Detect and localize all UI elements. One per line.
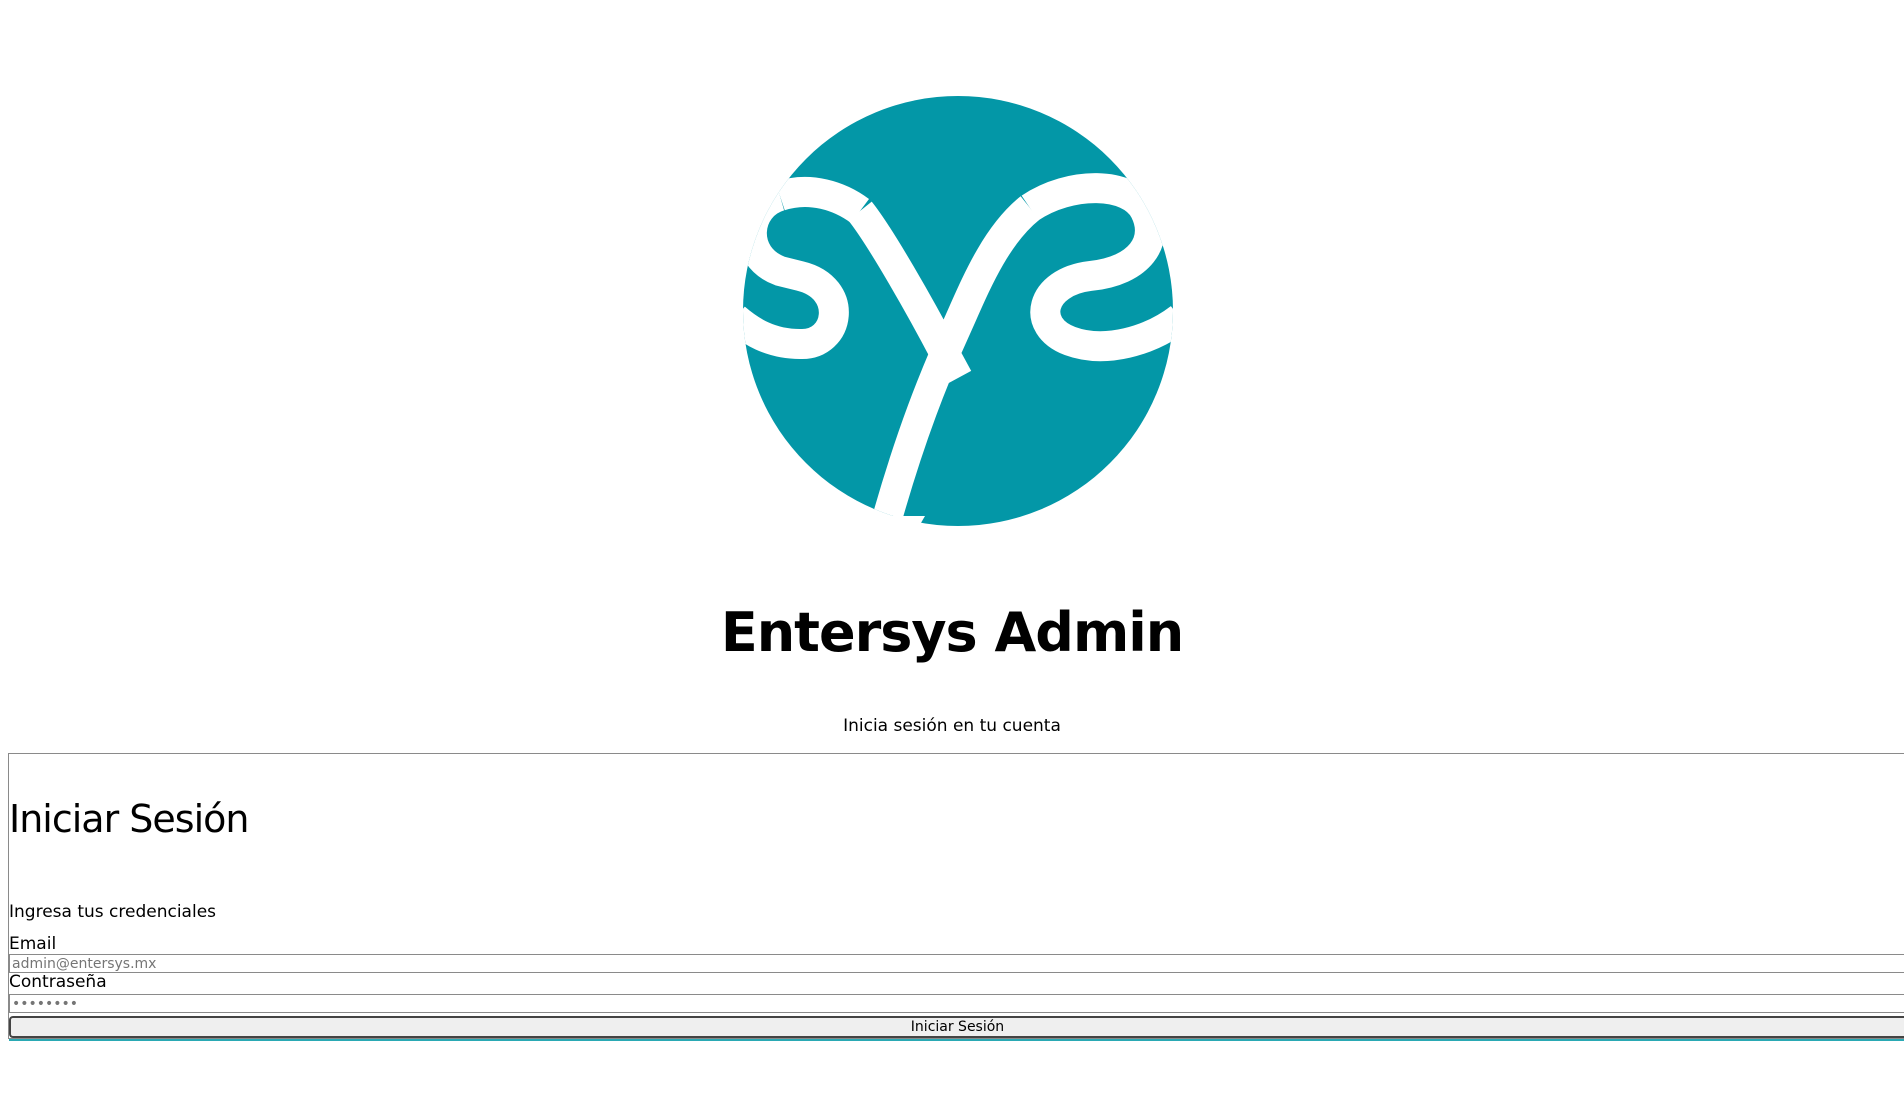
entersys-logo-icon (743, 96, 1173, 526)
app-title: Entersys Admin (720, 601, 1184, 664)
login-submit-button[interactable]: Iniciar Sesión (9, 1016, 1904, 1038)
app-subtitle: Inicia sesión en tu cuenta (843, 716, 1061, 736)
password-field[interactable] (9, 994, 1904, 1013)
email-field[interactable] (9, 954, 1904, 973)
login-page: Entersys Admin Inicia sesión en tu cuent… (0, 0, 1904, 1096)
card-accent-edge (9, 1039, 1904, 1041)
card-description: Ingresa tus credenciales (9, 902, 217, 922)
password-label: Contraseña (9, 972, 107, 992)
card-title: Iniciar Sesión (9, 797, 249, 841)
email-label: Email (9, 934, 57, 954)
login-card: Iniciar Sesión Ingresa tus credenciales … (8, 753, 1904, 1041)
